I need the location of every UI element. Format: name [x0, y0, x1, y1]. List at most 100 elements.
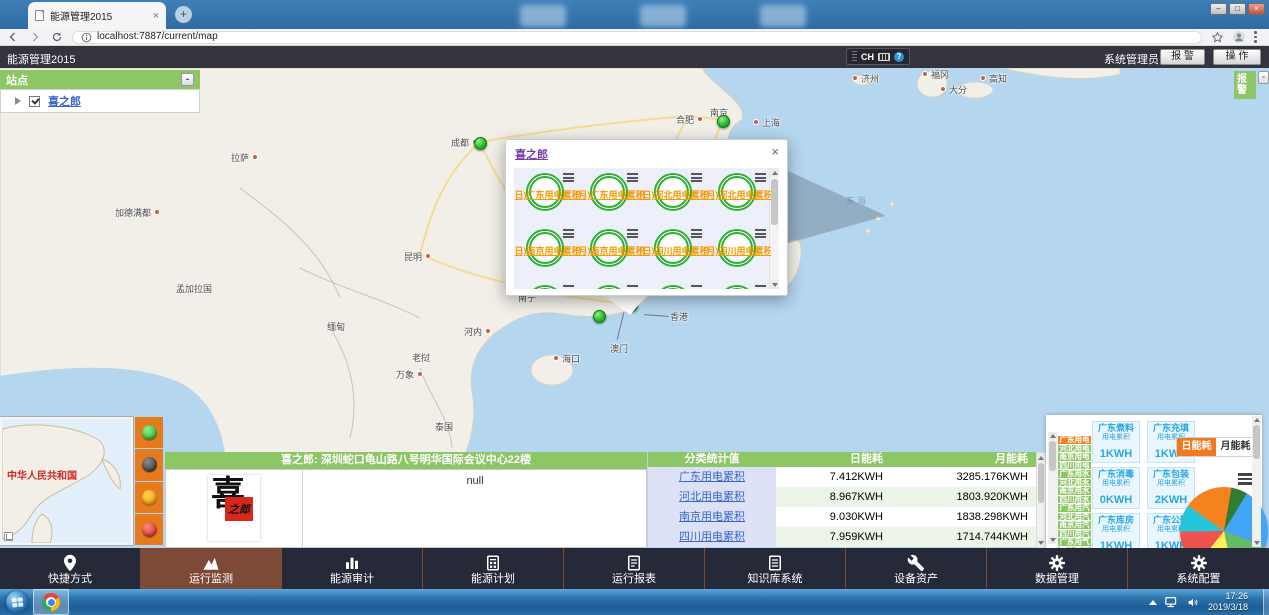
gauge-cell[interactable]: (月)河北用电累积 — [706, 168, 770, 224]
scroll-down-icon[interactable] — [1037, 538, 1045, 547]
site-checkbox[interactable] — [29, 96, 40, 107]
browser-tab[interactable]: 能源管理2015 × — [28, 2, 166, 29]
popup-close-icon[interactable]: × — [771, 144, 779, 159]
resize-handle-icon[interactable] — [4, 532, 13, 541]
tab-close-icon[interactable]: × — [153, 10, 159, 22]
menu-kebab-icon[interactable] — [1254, 31, 1257, 43]
category-item[interactable]: 广东用电 — [1058, 436, 1091, 444]
category-item[interactable]: 南京用汽 — [1058, 521, 1091, 529]
network-icon[interactable] — [1164, 596, 1179, 609]
collapse-button[interactable]: - — [181, 73, 194, 86]
stat-card[interactable]: 广东消毒用电累积0KWH — [1092, 467, 1140, 509]
scrollbar-thumb[interactable] — [1038, 463, 1044, 503]
category-scrollbar[interactable] — [1048, 432, 1057, 544]
map-marker[interactable] — [593, 310, 606, 323]
overview-minimap[interactable]: 中华人民共和国 — [0, 417, 133, 545]
close-button[interactable]: × — [1248, 3, 1265, 15]
ime-toolbar[interactable]: CH ? — [846, 48, 910, 65]
scroll-up-icon[interactable] — [1037, 453, 1045, 462]
category-item[interactable]: 广东用汽 — [1058, 504, 1091, 512]
menu-icon[interactable] — [563, 173, 574, 184]
gauge-cell[interactable]: (日)广东用电累积 — [514, 168, 578, 224]
scroll-up-icon[interactable] — [1048, 432, 1057, 440]
menu-icon[interactable] — [563, 229, 574, 240]
gauge-cell[interactable]: (日)河北用电累积 — [642, 168, 706, 224]
stat-card[interactable]: 广东煮料用电累积1KWH — [1092, 421, 1140, 463]
site-link[interactable]: 喜之郎 — [48, 93, 81, 109]
start-button[interactable] — [6, 591, 28, 613]
column-header-category[interactable]: 分类统计值 — [648, 452, 776, 467]
category-link[interactable]: 四川用电累积 — [648, 527, 776, 547]
gauge-cell[interactable]: (月)南京用电累积 — [578, 224, 642, 280]
maximize-button[interactable]: □ — [1229, 3, 1246, 15]
nav-item-energy-plan[interactable]: 能源计划 — [423, 548, 564, 589]
gauge-cell[interactable]: (日)南京用电累积 — [514, 224, 578, 280]
tab-day-energy[interactable]: 日能耗 — [1177, 438, 1216, 456]
show-desktop-button[interactable] — [1263, 589, 1269, 615]
popup-scrollbar[interactable] — [769, 168, 779, 289]
gauge-cell[interactable]: (月)广东用电累积 — [578, 168, 642, 224]
category-item[interactable]: 南京用电 — [1058, 453, 1091, 461]
category-link[interactable]: 河北用电累积 — [648, 487, 776, 507]
tab-month-energy[interactable]: 月能耗 — [1216, 438, 1255, 456]
column-header-month-energy[interactable]: 月能耗 — [891, 452, 1036, 467]
scroll-down-icon[interactable] — [1048, 536, 1057, 544]
category-link[interactable]: 南京用电累积 — [648, 507, 776, 527]
menu-icon[interactable] — [627, 173, 638, 184]
expand-arrow-icon[interactable] — [15, 97, 21, 105]
operate-button[interactable]: 操 作 — [1213, 49, 1261, 65]
map-marker[interactable] — [474, 137, 487, 150]
forward-icon[interactable] — [28, 30, 42, 44]
popup-title-link[interactable]: 喜之郎 — [515, 146, 548, 162]
ime-grip-icon[interactable] — [852, 51, 857, 62]
scroll-down-icon[interactable] — [770, 280, 779, 289]
category-item[interactable]: 河北用汽 — [1058, 513, 1091, 521]
nav-item-shortcuts[interactable]: 快捷方式 — [0, 548, 141, 589]
scroll-up-icon[interactable] — [1252, 416, 1261, 424]
profile-avatar-icon[interactable] — [1232, 30, 1246, 44]
menu-icon[interactable] — [691, 173, 702, 184]
volume-icon[interactable] — [1186, 596, 1201, 609]
map-marker[interactable] — [717, 115, 730, 128]
scrollbar-thumb[interactable] — [1049, 441, 1056, 471]
category-item[interactable]: 南京用水 — [1058, 487, 1091, 495]
category-item[interactable]: 四川用电 — [1058, 462, 1091, 470]
category-item[interactable]: 广东用水 — [1058, 470, 1091, 478]
panel-scrollbar[interactable] — [1252, 416, 1261, 547]
ime-language-label[interactable]: CH — [861, 52, 874, 62]
gauge-label[interactable]: (月)四川用电累积 — [700, 244, 771, 257]
address-bar[interactable]: localhost:7887/current/map — [72, 31, 1202, 44]
menu-icon[interactable] — [755, 173, 766, 184]
nav-item-monitoring[interactable]: 运行监测 — [141, 548, 282, 589]
keyboard-icon[interactable] — [878, 53, 890, 61]
table-scrollbar[interactable] — [1036, 452, 1046, 548]
nav-item-system-config[interactable]: 系统配置 — [1128, 548, 1269, 589]
alarm-button[interactable]: 报 警 — [1160, 49, 1205, 65]
category-link[interactable]: 广东用电累积 — [648, 467, 776, 487]
legend-cell[interactable] — [135, 417, 163, 448]
category-item[interactable]: 河北用电 — [1058, 445, 1091, 453]
back-icon[interactable] — [6, 30, 20, 44]
column-header-day-energy[interactable]: 日能耗 — [776, 452, 891, 467]
clock[interactable]: 17:26 2019/3/18 — [1208, 591, 1248, 613]
nav-item-data-management[interactable]: 数据管理 — [987, 548, 1128, 589]
gauge-cell[interactable]: (日)四川用电累积 — [642, 224, 706, 280]
category-item[interactable]: 四川用汽 — [1058, 530, 1091, 538]
legend-cell[interactable] — [135, 449, 163, 480]
chrome-taskbar-button[interactable] — [33, 589, 69, 615]
stat-card[interactable]: 广东包装用电累积2KWH — [1147, 467, 1195, 509]
nav-item-energy-audit[interactable]: 能源审计 — [282, 548, 423, 589]
category-item[interactable]: 河北用水 — [1058, 479, 1091, 487]
gauge-label[interactable]: (月)河北用电累积 — [700, 188, 771, 201]
nav-item-equipment-asset[interactable]: 设备资产 — [846, 548, 987, 589]
gauge-cell[interactable]: (月)四川用电累积 — [706, 224, 770, 280]
legend-cell[interactable] — [135, 482, 163, 513]
info-icon[interactable] — [81, 32, 92, 43]
scrollbar-thumb[interactable] — [771, 179, 778, 225]
ime-help-icon[interactable]: ? — [894, 52, 904, 62]
category-item[interactable]: 广东用气 — [1058, 538, 1091, 546]
nav-item-knowledge-base[interactable]: 知识库系统 — [705, 548, 846, 589]
scrollbar-thumb[interactable] — [1253, 425, 1260, 459]
minimize-button[interactable]: – — [1210, 3, 1227, 15]
new-tab-button[interactable]: + — [175, 6, 192, 23]
